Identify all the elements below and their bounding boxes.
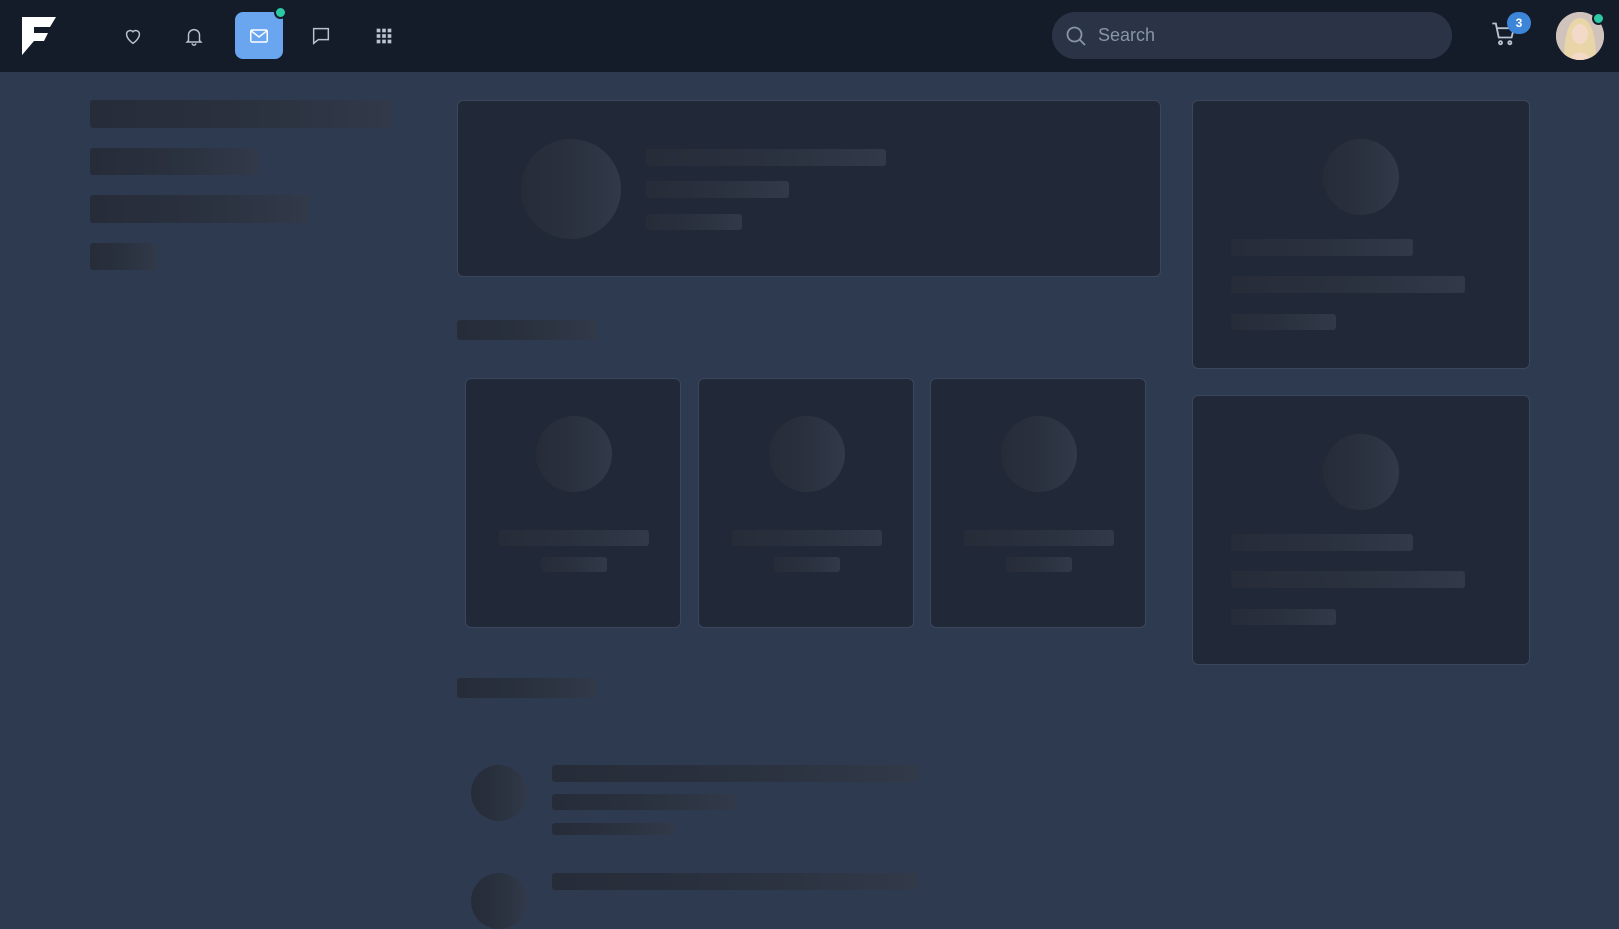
item-card-skeleton [930, 378, 1146, 628]
mail-icon [250, 28, 268, 43]
skeleton-line [552, 873, 918, 890]
bell-icon [185, 28, 203, 46]
skeleton-section-heading [457, 320, 597, 340]
skeleton-avatar [471, 873, 527, 929]
skeleton-avatar [769, 416, 845, 492]
skeleton-line [90, 195, 309, 223]
cart-button[interactable]: 3 [1490, 12, 1531, 52]
search-icon [1066, 26, 1086, 46]
grid-icon [376, 28, 392, 43]
skeleton-avatar [1001, 416, 1077, 492]
skeleton-avatar [536, 416, 612, 492]
item-card-skeleton [465, 378, 681, 628]
notifications-button[interactable] [170, 12, 218, 59]
skeleton-line [964, 530, 1114, 546]
favorites-button[interactable] [109, 12, 157, 59]
skeleton-line [90, 148, 258, 175]
search-bar[interactable] [1052, 12, 1452, 59]
apps-button[interactable] [360, 12, 408, 59]
heart-icon [125, 29, 141, 44]
skeleton-line [541, 557, 607, 572]
profile-card-skeleton [457, 100, 1161, 277]
skeleton-line [1231, 239, 1413, 256]
side-card-skeleton [1192, 100, 1530, 369]
skeleton-line [1231, 609, 1336, 625]
skeleton-line [1231, 571, 1465, 588]
messages-button[interactable] [297, 12, 345, 59]
top-navigation-bar: 3 [0, 0, 1619, 72]
item-card-skeleton [698, 378, 914, 628]
skeleton-line [90, 243, 157, 270]
skeleton-line [552, 823, 674, 835]
skeleton-line [1231, 314, 1336, 330]
skeleton-line [1231, 534, 1413, 551]
skeleton-line [732, 530, 882, 546]
skeleton-line [1231, 276, 1465, 293]
skeleton-line [1006, 557, 1072, 572]
skeleton-line [646, 149, 886, 166]
skeleton-line [774, 557, 840, 572]
skeleton-line [552, 765, 918, 782]
side-card-skeleton [1192, 395, 1530, 665]
skeleton-section-heading [457, 678, 597, 698]
mail-button[interactable] [235, 6, 287, 59]
skeleton-avatar [521, 139, 621, 239]
skeleton-line [646, 214, 742, 230]
brand-logo-icon[interactable] [20, 15, 56, 57]
skeleton-line [90, 100, 392, 128]
mail-notification-dot [274, 6, 287, 19]
skeleton-avatar [471, 765, 527, 821]
search-input[interactable] [1098, 25, 1428, 46]
cart-count-badge: 3 [1507, 12, 1531, 34]
online-status-dot [1592, 12, 1605, 25]
skeleton-line [646, 181, 789, 198]
skeleton-line [499, 530, 649, 546]
skeleton-avatar [1323, 434, 1399, 510]
skeleton-line [552, 794, 735, 810]
chat-icon [312, 27, 330, 45]
skeleton-avatar [1323, 139, 1399, 215]
